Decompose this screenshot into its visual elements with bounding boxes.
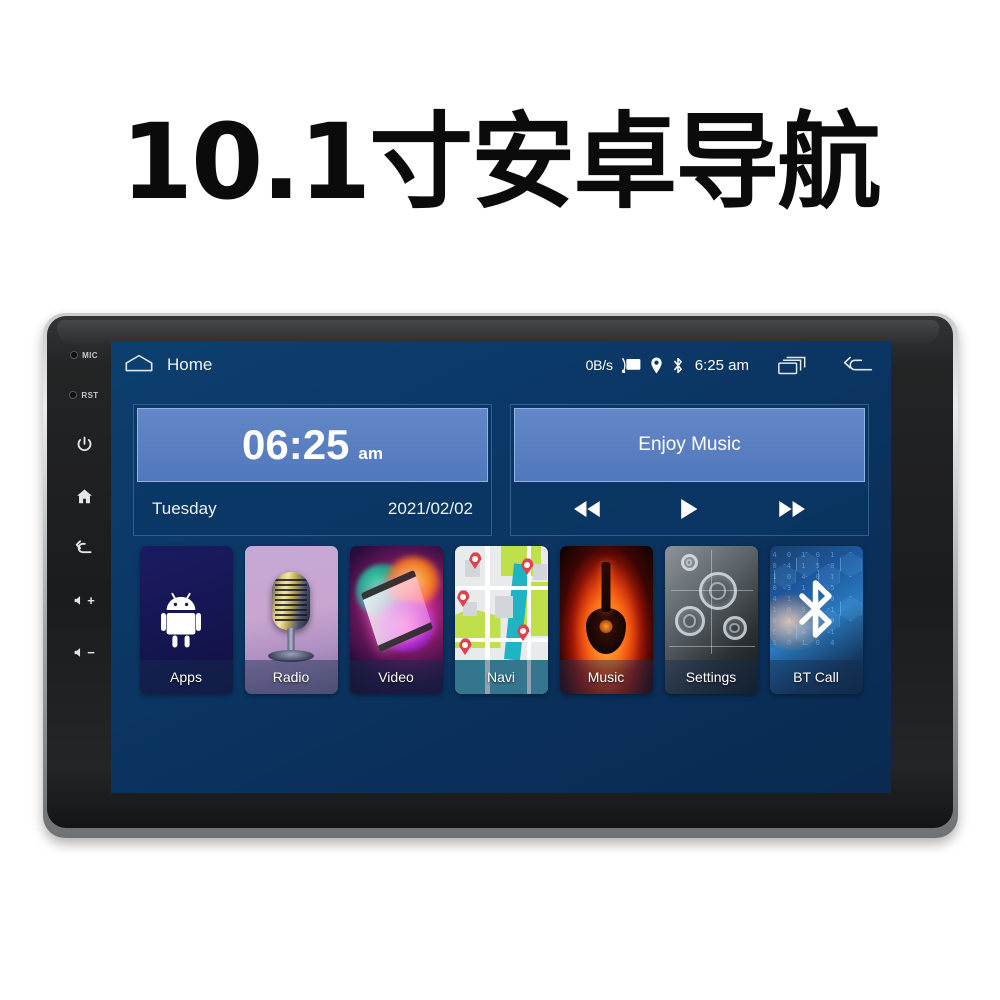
map-road-horizontal-1 [454, 586, 548, 590]
app-icon-video[interactable]: Video [349, 546, 443, 694]
status-bar: Home 0B/s 6:25 am [111, 341, 891, 389]
clock-widget-face[interactable]: 06:25 am [137, 408, 488, 482]
clock-widget[interactable]: 06:25 am Tuesday 2021/02/02 [133, 404, 492, 536]
app-icon-apps[interactable]: Apps [139, 546, 233, 694]
reset-hole[interactable]: RST [69, 389, 98, 401]
app-label-video: Video [349, 660, 443, 694]
volume-up-button[interactable]: + [69, 585, 99, 615]
touchscreen[interactable]: Home 0B/s 6:25 am 06:25 am Tuesday 2021/… [111, 341, 891, 793]
volume-up-icon: + [73, 594, 95, 607]
app-icon-btcall[interactable]: 4 0 1 0 10 4 1 5 01 0 4 0 10 3 1 0 54 1 … [769, 546, 863, 694]
clock-widget-date-row: Tuesday 2021/02/02 [134, 482, 491, 535]
recents-icon[interactable] [778, 356, 806, 375]
power-button[interactable] [69, 429, 99, 459]
reset-label: RST [81, 390, 99, 400]
app-icon-navi[interactable]: Navi [454, 546, 548, 694]
page-title: 10.1寸安卓导航 [120, 101, 882, 223]
gear-large [698, 572, 737, 610]
location-pin-icon [650, 357, 663, 374]
volume-down-sign: − [87, 644, 95, 660]
app-label-settings: Settings [664, 660, 758, 694]
map-pin-5 [458, 638, 472, 655]
home-button[interactable] [69, 481, 99, 511]
volume-down-icon: − [73, 646, 95, 659]
music-widget[interactable]: Enjoy Music [510, 404, 869, 536]
bluetooth-icon [672, 357, 684, 374]
mic-hole-dot [70, 351, 79, 359]
music-title: Enjoy Music [638, 434, 741, 455]
app-label-apps: Apps [139, 660, 233, 694]
app-dock: Apps Radio Video Navi Music Settings 4 0… [111, 546, 891, 716]
home-icon [75, 487, 94, 506]
bluetooth-logo-glyph [795, 580, 837, 643]
rewind-icon[interactable] [572, 499, 602, 519]
microphone-stem [287, 628, 295, 652]
android-robot-glyph [161, 592, 201, 648]
car-head-unit-device: MIC RST + − Home 0B/s 6:25 am 06:25 am T… [43, 313, 958, 838]
map-block-2 [494, 596, 513, 618]
back-arrow-icon [74, 538, 94, 558]
back-button[interactable] [69, 533, 99, 563]
clock-weekday: Tuesday [152, 498, 217, 518]
blueprint-line-1 [670, 590, 753, 591]
network-speed-text: 0B/s [585, 357, 613, 373]
app-icon-music[interactable]: Music [559, 546, 653, 694]
music-widget-face[interactable]: Enjoy Music [514, 408, 865, 482]
clock-time: 06:25 [242, 421, 350, 468]
widget-row: 06:25 am Tuesday 2021/02/02 Enjoy Music [133, 404, 869, 536]
cast-icon[interactable] [621, 357, 641, 373]
power-icon [75, 435, 94, 454]
status-back-icon[interactable] [843, 356, 873, 374]
app-icon-settings[interactable]: Settings [664, 546, 758, 694]
mic-label: MIC [82, 350, 98, 360]
app-label-navi: Navi [454, 660, 548, 694]
hardware-button-strip: MIC RST + − [55, 329, 113, 821]
status-right-group: 0B/s 6:25 am [586, 356, 873, 375]
play-icon[interactable] [679, 498, 699, 520]
clock-ampm: am [358, 444, 383, 463]
app-label-radio: Radio [244, 660, 338, 694]
mic-hole: MIC [70, 349, 98, 361]
app-label-music: Music [559, 660, 653, 694]
blueprint-line-3 [668, 646, 755, 647]
clock-time-group: 06:25 am [242, 424, 383, 466]
gear-medium [674, 606, 705, 636]
fast-forward-icon[interactable] [777, 499, 807, 519]
app-label-btcall: BT Call [769, 660, 863, 694]
app-icon-radio[interactable]: Radio [244, 546, 338, 694]
music-controls-row [511, 482, 868, 535]
status-home-group[interactable]: Home [125, 354, 212, 377]
map-block-4 [532, 564, 547, 580]
microphone-head [272, 572, 310, 630]
gear-small [722, 616, 747, 640]
status-home-label: Home [167, 355, 213, 374]
status-clock: 6:25 am [694, 356, 749, 374]
volume-up-sign: + [87, 592, 95, 608]
clock-date: 2021/02/02 [387, 498, 473, 518]
volume-down-button[interactable]: − [69, 637, 99, 667]
gear-tiny [680, 554, 698, 571]
reset-hole-dot[interactable] [69, 391, 78, 399]
blueprint-line-2 [710, 550, 712, 654]
home-outline-icon[interactable] [125, 354, 153, 377]
